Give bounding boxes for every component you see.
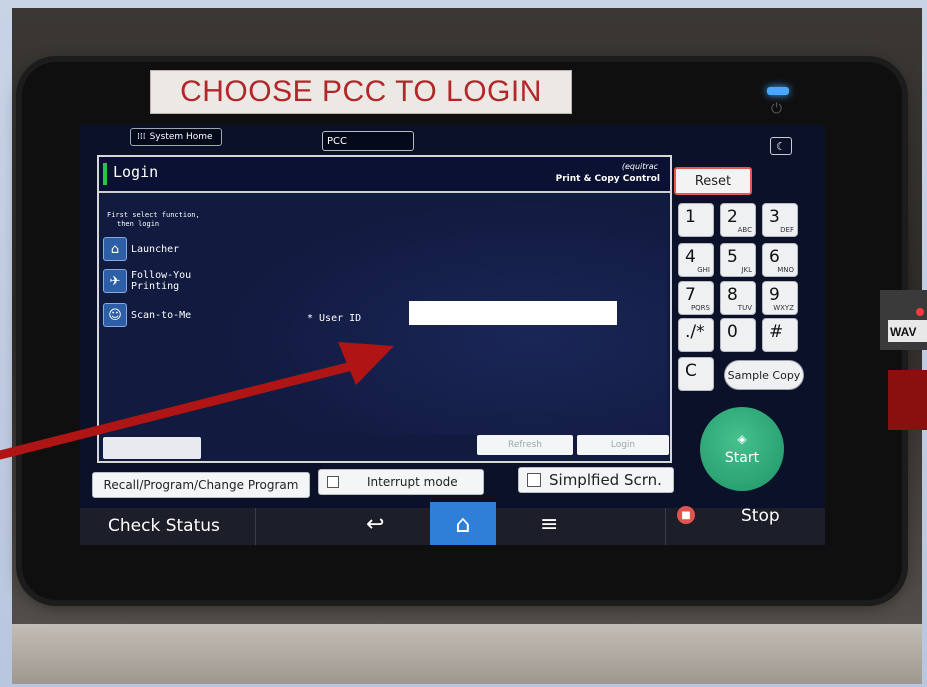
key-letters: MNO xyxy=(777,266,794,274)
key-0[interactable]: 0 xyxy=(720,318,756,352)
user-id-label: * User ID xyxy=(307,313,362,324)
key-digit: 1 xyxy=(685,207,696,227)
key-9[interactable]: 9 WXYZ xyxy=(762,281,798,315)
interrupt-checkbox[interactable] xyxy=(327,476,339,488)
key-2[interactable]: 2 ABC xyxy=(720,203,756,237)
svg-text:WAV: WAV xyxy=(890,325,916,339)
pcc-tab-label: PCC xyxy=(327,135,347,147)
sidebar-item-label: Follow-You Printing xyxy=(131,270,192,292)
sample-copy-button[interactable]: Sample Copy xyxy=(724,360,804,390)
key-letters: TUV xyxy=(737,304,752,312)
start-button[interactable]: ◈ Start xyxy=(700,407,784,491)
stop-icon: ■ xyxy=(677,506,695,524)
side-hardware: WAV xyxy=(880,290,927,430)
key-6[interactable]: 6 MNO xyxy=(762,243,798,277)
key-digit: # xyxy=(769,322,784,342)
login-footer: Refresh Login xyxy=(99,433,670,461)
start-diamond-icon: ◈ xyxy=(737,432,747,446)
nav-divider xyxy=(255,508,256,545)
status-led xyxy=(767,87,789,95)
system-home-label: System Home xyxy=(149,132,213,142)
sidebar-hint: First select function, then login xyxy=(107,211,200,229)
login-title: Login xyxy=(113,163,159,181)
login-button[interactable]: Login xyxy=(577,435,669,455)
header-accent-bar xyxy=(103,163,107,185)
key-digit: 6 xyxy=(769,247,780,267)
key-letters: PQRS xyxy=(690,304,710,312)
key-digit: 2 xyxy=(727,207,738,227)
start-label: Start xyxy=(724,450,760,466)
grid-icon: ⁞⁞⁞ xyxy=(137,132,146,142)
nav-divider xyxy=(665,508,666,545)
back-arrow-icon[interactable]: ↩ xyxy=(366,512,384,537)
key-hash[interactable]: # xyxy=(762,318,798,352)
key-letters: GHI xyxy=(697,266,710,274)
key-letters: DEF xyxy=(780,226,794,234)
key-5[interactable]: 5 JKL xyxy=(720,243,756,277)
person-icon: ☺ xyxy=(103,303,127,327)
instruction-sticker: CHOOSE PCC TO LOGIN xyxy=(150,70,572,114)
numeric-keypad: Reset 1 2 ABC 3 DEF 4 GHI 5 JKL 6 MNO 7 PQRS 8… xyxy=(672,163,822,503)
recall-program-label: Recall/Program/Change Program xyxy=(103,478,299,492)
footer-blank-field xyxy=(103,437,201,459)
menu-icon[interactable]: ≡ xyxy=(540,512,558,537)
sidebar-hint-line-1: First select function, xyxy=(107,211,200,219)
home-icon: ⌂ xyxy=(103,237,127,261)
clear-key[interactable]: C xyxy=(678,357,714,391)
key-4[interactable]: 4 GHI xyxy=(678,243,714,277)
key-8[interactable]: 8 TUV xyxy=(720,281,756,315)
login-panel: Login (equitrac Print & Copy Control Fir… xyxy=(97,155,672,463)
check-status-button[interactable]: Check Status xyxy=(108,516,220,536)
print-copy-control-text: Print & Copy Control xyxy=(555,174,660,184)
sidebar-item-scan-to-me[interactable]: ☺ Scan-to-Me xyxy=(103,303,191,327)
system-home-button[interactable]: ⁞⁞⁞ System Home xyxy=(130,128,222,146)
reset-button[interactable]: Reset xyxy=(674,167,752,195)
key-digit: ./* xyxy=(685,322,705,342)
key-letters: ABC xyxy=(737,226,752,234)
login-header: Login (equitrac Print & Copy Control xyxy=(99,157,670,193)
key-dot-star[interactable]: ./* xyxy=(678,318,714,352)
key-1[interactable]: 1 xyxy=(678,203,714,237)
sidebar-item-launcher[interactable]: ⌂ Launcher xyxy=(103,237,179,261)
key-digit: 0 xyxy=(727,322,738,342)
sidebar-item-label: Scan-to-Me xyxy=(131,309,192,321)
moon-icon: ☾ xyxy=(776,139,786,153)
key-digit: 5 xyxy=(727,247,738,267)
stop-button[interactable]: Stop xyxy=(741,506,780,526)
home-button[interactable]: ⌂ xyxy=(430,502,496,545)
interrupt-mode-toggle[interactable]: Interrupt mode xyxy=(318,469,484,495)
equitrac-logo-text: (equitrac xyxy=(621,162,658,171)
simplified-screen-label: Simplfied Scrn. xyxy=(549,471,662,489)
function-sidebar: First select function, then login ⌂ Laun… xyxy=(101,195,211,435)
key-letters: WXYZ xyxy=(773,304,794,312)
key-digit: 7 xyxy=(685,285,696,305)
sidebar-item-follow-you-printing[interactable]: ✈ Follow-You Printing xyxy=(103,269,201,293)
simplified-screen-toggle[interactable]: Simplfied Scrn. xyxy=(518,467,674,493)
user-id-input[interactable] xyxy=(409,301,617,325)
key-digit: C xyxy=(685,361,697,381)
sticker-text: CHOOSE PCC TO LOGIN xyxy=(180,75,542,108)
refresh-button[interactable]: Refresh xyxy=(477,435,573,455)
key-7[interactable]: 7 PQRS xyxy=(678,281,714,315)
key-digit: 3 xyxy=(769,207,780,227)
power-icon[interactable]: ⏻ xyxy=(771,101,782,117)
key-letters: JKL xyxy=(741,266,752,274)
key-3[interactable]: 3 DEF xyxy=(762,203,798,237)
touch-screen: ⁞⁞⁞ System Home PCC ☾ Login (equitrac Pr… xyxy=(80,125,825,545)
interrupt-mode-label: Interrupt mode xyxy=(367,475,458,489)
sidebar-item-label: Launcher xyxy=(131,243,180,255)
printer-icon: ✈ xyxy=(103,269,127,293)
pcc-tab[interactable]: PCC xyxy=(322,131,414,151)
sleep-button[interactable]: ☾ xyxy=(770,137,792,155)
key-digit: 8 xyxy=(727,285,738,305)
printer-body-bottom xyxy=(12,624,922,684)
key-digit: 9 xyxy=(769,285,780,305)
recall-program-button[interactable]: Recall/Program/Change Program xyxy=(92,472,310,498)
login-form-area: * User ID xyxy=(212,195,667,435)
simplified-checkbox[interactable] xyxy=(527,473,541,487)
home-icon: ⌂ xyxy=(455,509,471,538)
key-digit: 4 xyxy=(685,247,696,267)
sidebar-hint-line-2: then login xyxy=(117,220,160,228)
bottom-nav-bar: Check Status ↩ ⌂ ≡ ■ Stop xyxy=(80,502,825,545)
